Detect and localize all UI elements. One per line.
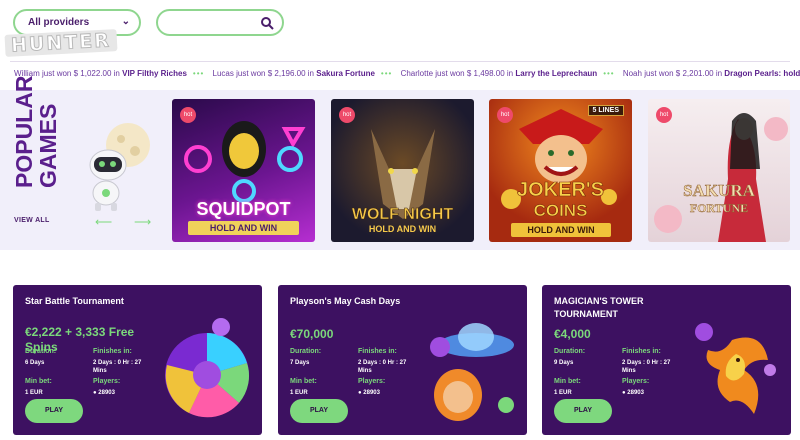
hot-badge: hot	[656, 107, 672, 123]
play-button[interactable]: PLAY	[290, 399, 348, 423]
players-value: ● 28903	[358, 390, 380, 396]
provider-select-label: All providers	[28, 17, 90, 28]
winners-ticker: William just won $ 1,022.00 in VIP Filth…	[0, 64, 800, 84]
ticker-separator: •••	[603, 69, 615, 78]
players-label: Players:	[93, 378, 121, 385]
minbet-value: 1 EUR	[25, 390, 43, 396]
hot-badge: hot	[497, 107, 513, 123]
minbet-label: Min bet:	[290, 378, 317, 385]
minbet-label: Min bet:	[554, 378, 581, 385]
tournament-prize: €4,000	[554, 327, 591, 341]
prize-wheel-icon	[165, 318, 249, 418]
players-label: Players:	[358, 378, 386, 385]
game-title: WOLF NIGHT	[351, 206, 454, 224]
tournament-card[interactable]: MAGICIAN'S TOWER TOURNAMENT €4,000 Durat…	[542, 285, 791, 435]
players-value: ● 28903	[622, 390, 644, 396]
finishes-value: 2 Days : 0 Hr : 27 Mins	[93, 360, 142, 374]
lines-badge: 5 LINES	[587, 105, 624, 116]
ticker-separator: •••	[380, 69, 393, 78]
game-tile-squidpot[interactable]: SQUIDPOT HOLD AND WIN hot	[172, 99, 315, 242]
ticker-item: Charlotte just won $ 1,498.00 in Larry t…	[400, 69, 598, 78]
game-tile-sakura-fortune[interactable]: SAKURA FORTUNE hot	[648, 99, 790, 242]
view-all-link[interactable]: VIEW ALL	[14, 217, 50, 224]
tournament-card[interactable]: Playson's May Cash Days €70,000 Duration…	[278, 285, 527, 435]
arrow-left-icon[interactable]: ⟵	[95, 215, 112, 229]
robot-mascot-icon	[89, 123, 150, 211]
duration-value: 9 Days	[554, 360, 574, 366]
chevron-down-icon: ⌄	[121, 16, 130, 27]
popular-games-title: POPULAR GAMES	[11, 75, 61, 188]
finishes-label: Finishes in:	[358, 348, 397, 355]
play-button[interactable]: PLAY	[25, 399, 83, 423]
top-bar: All providers ⌄ HUNTER	[0, 0, 800, 60]
duration-label: Duration:	[554, 348, 586, 355]
game-tile-jokers-coins[interactable]: JOKER'S COINS HOLD AND WIN 5 LINES hot	[489, 99, 632, 242]
finishes-label: Finishes in:	[622, 348, 661, 355]
search-input[interactable]	[156, 9, 284, 36]
game-subtitle: HOLD AND WIN	[368, 224, 437, 234]
divider	[10, 61, 790, 62]
minbet-label: Min bet:	[25, 378, 52, 385]
game-title: SAKURA	[683, 181, 755, 201]
ufo-joker-icon	[430, 323, 514, 421]
search-icon[interactable]	[260, 16, 274, 30]
hot-badge: hot	[180, 107, 196, 123]
hot-badge: hot	[339, 107, 355, 123]
duration-label: Duration:	[25, 348, 57, 355]
game-subtitle: HOLD AND WIN	[511, 223, 611, 237]
minbet-value: 1 EUR	[290, 390, 308, 396]
players-label: Players:	[622, 378, 650, 385]
phoenix-icon	[695, 323, 776, 414]
duration-label: Duration:	[290, 348, 322, 355]
game-title: JOKER'S	[516, 179, 605, 202]
duration-value: 6 Days	[25, 360, 45, 366]
hunter-logo[interactable]: HUNTER	[4, 29, 118, 57]
duration-value: 7 Days	[290, 360, 310, 366]
game-tile-wolf-night[interactable]: WOLF NIGHT HOLD AND WIN hot	[331, 99, 474, 242]
game-title: SQUIDPOT	[196, 199, 291, 219]
arrow-right-icon[interactable]: ⟶	[134, 215, 151, 229]
finishes-label: Finishes in:	[93, 348, 132, 355]
game-title-line2: FORTUNE	[689, 201, 749, 215]
tournament-title: Star Battle Tournament	[25, 296, 124, 306]
game-title-line2: COINS	[533, 201, 588, 221]
ticker-separator: •••	[192, 69, 205, 78]
minbet-value: 1 EUR	[554, 390, 572, 396]
ticker-item: Noah just won $ 2,201.00 in Dragon Pearl…	[622, 69, 800, 78]
ticker-item: Lucas just won $ 2,196.00 in Sakura Fort…	[212, 69, 375, 78]
tournament-card[interactable]: Star Battle Tournament €2,222 + 3,333 Fr…	[13, 285, 262, 435]
game-subtitle: HOLD AND WIN	[188, 221, 299, 235]
play-button[interactable]: PLAY	[554, 399, 612, 423]
players-value: ● 28903	[93, 390, 115, 396]
finishes-value: 2 Days : 0 Hr : 27 Mins	[358, 360, 407, 374]
finishes-value: 2 Days : 0 Hr : 27 Mins	[622, 360, 671, 374]
tournament-prize: €70,000	[290, 327, 334, 341]
